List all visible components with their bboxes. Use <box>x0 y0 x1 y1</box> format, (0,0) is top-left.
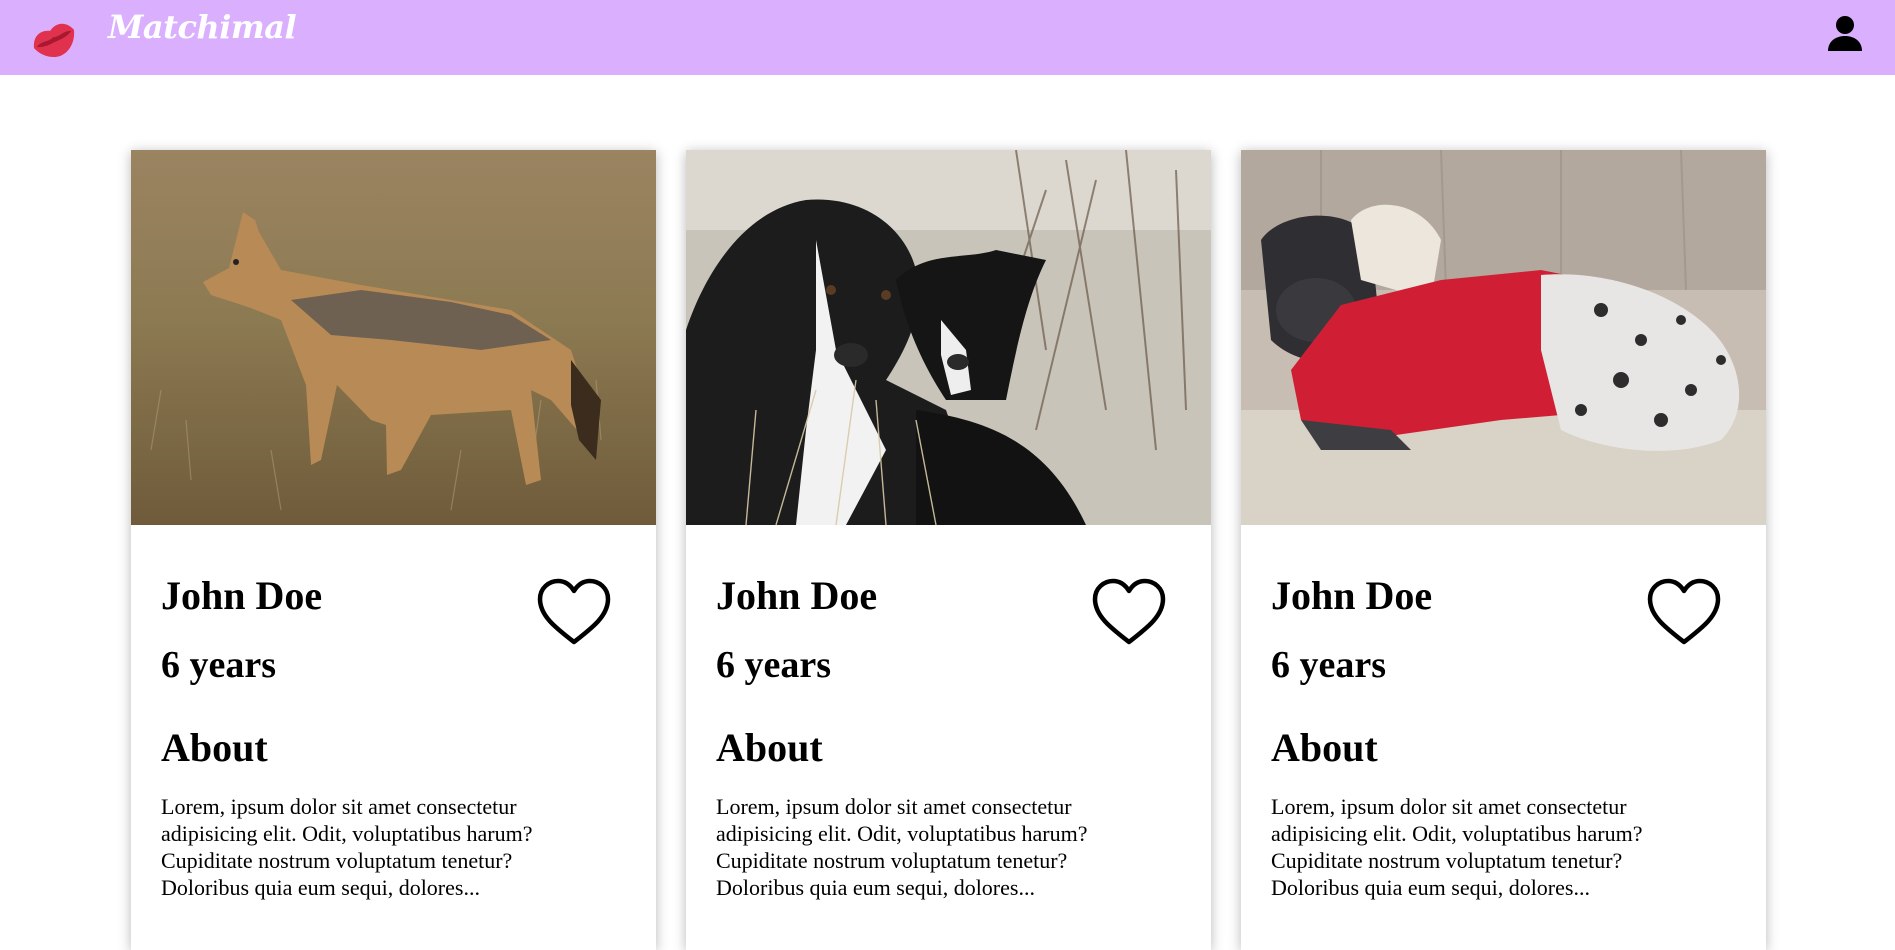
pet-age: 6 years <box>716 644 832 686</box>
about-text: Lorem, ipsum dolor sit amet consectetur … <box>161 794 533 900</box>
lips-kiss-icon[interactable] <box>28 13 80 65</box>
pet-photo[interactable] <box>1241 150 1766 525</box>
pet-card: John Doe 6 years About Lorem, ipsum dolo… <box>686 150 1211 950</box>
pet-photo[interactable] <box>686 150 1211 525</box>
pet-card: John Doe 6 years About Lorem, ipsum dolo… <box>1241 150 1766 950</box>
pet-age: 6 years <box>1271 644 1387 686</box>
user-silhouette-icon[interactable] <box>1826 14 1864 52</box>
pet-name: John Doe <box>716 573 878 618</box>
dog-on-couch-photo <box>1241 150 1766 525</box>
heart-outline-icon[interactable] <box>1091 578 1167 648</box>
about-heading: About <box>161 725 268 770</box>
border-collies-photo <box>686 150 1211 525</box>
about-text: Lorem, ipsum dolor sit amet consectetur … <box>1271 794 1643 900</box>
about-heading: About <box>716 725 823 770</box>
pet-card: John Doe 6 years About Lorem, ipsum dolo… <box>131 150 656 950</box>
pet-photo[interactable] <box>131 150 656 525</box>
heart-outline-icon[interactable] <box>1646 578 1722 648</box>
pet-name: John Doe <box>1271 573 1433 618</box>
brand-name[interactable]: Matchimal <box>108 2 297 52</box>
pet-name: John Doe <box>161 573 323 618</box>
top-navbar: Matchimal <box>0 0 1895 75</box>
pet-age: 6 years <box>161 644 277 686</box>
jackal-photo <box>131 150 656 525</box>
about-heading: About <box>1271 725 1378 770</box>
heart-outline-icon[interactable] <box>536 578 612 648</box>
about-text: Lorem, ipsum dolor sit amet consectetur … <box>716 794 1088 900</box>
